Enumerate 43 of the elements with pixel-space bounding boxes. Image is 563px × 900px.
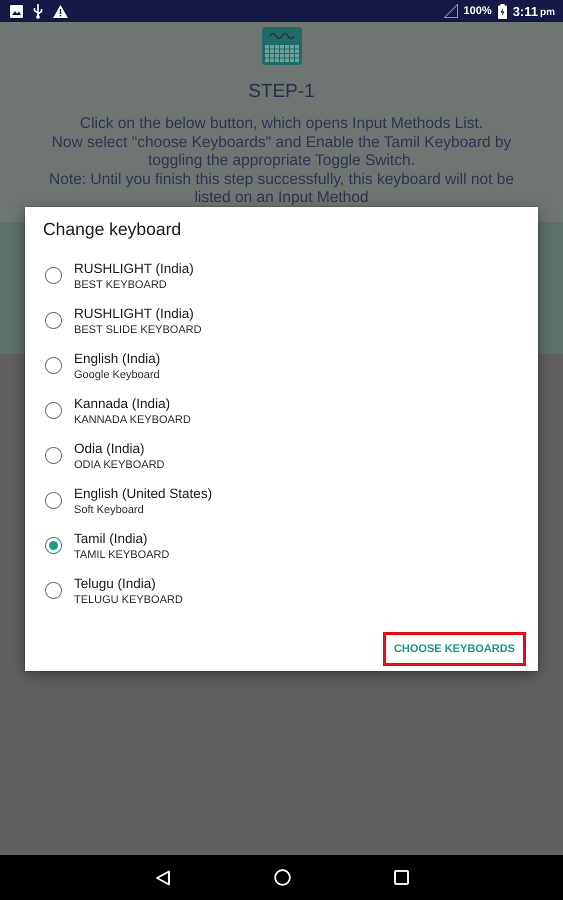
keyboard-name[interactable]: Telugu (India) (74, 576, 183, 590)
keyboard-name[interactable]: Odia (India) (74, 440, 164, 456)
keyboard-name[interactable]: Kannada (India) (74, 396, 191, 410)
instruction-text: toggling the appropriate Toggle Switch. (147, 152, 416, 170)
keyboard-description: BEST KEYBOARD (74, 278, 168, 290)
clock-suffix: pm (540, 7, 555, 18)
keyboard-description: TELUGU KEYBOARD (74, 594, 183, 606)
back-icon[interactable] (154, 870, 170, 886)
keyboard-description: Google Keyboard (74, 368, 160, 380)
keyboard-description: BEST SLIDE KEYBOARD (74, 324, 202, 336)
step-title: STEP-1 (248, 81, 315, 103)
radio-button[interactable] (45, 537, 62, 554)
instruction-text: Now select "choose Keyboards" and Enable the Tamil Keyboard by (50, 134, 512, 152)
keyboard-name[interactable]: English (United States) (74, 486, 212, 500)
battery-icon (498, 4, 507, 18)
usb-icon (33, 4, 43, 18)
keyboard-name[interactable]: English (India) (74, 350, 160, 366)
recents-icon[interactable] (394, 870, 408, 885)
home-icon[interactable] (274, 869, 290, 886)
keyboard-name[interactable]: RUSHLIGHT (India) (74, 260, 194, 276)
keyboard-description: TAMIL KEYBOARD (74, 548, 170, 560)
radio-button[interactable] (45, 357, 62, 374)
radio-button[interactable] (45, 492, 62, 509)
warning-icon (53, 4, 68, 18)
radio-button[interactable] (45, 312, 62, 329)
keyboard-description: KANNADA KEYBOARD (74, 414, 191, 426)
signal-icon (444, 4, 458, 18)
radio-button[interactable] (45, 267, 62, 284)
keyboard-name[interactable]: Tamil (India) (74, 530, 170, 546)
dialog-title: Change keyboard (42, 219, 182, 240)
keyboard-description: Soft Keyboard (74, 504, 145, 516)
image-icon (10, 4, 23, 18)
clock-time: 3:11 (512, 4, 538, 18)
keyboard-logo-icon (262, 27, 302, 65)
instruction-text: Click on the below button, which opens Input Methods List. (78, 115, 484, 134)
battery-percent: 100% (464, 5, 492, 17)
keyboard-description: ODIA KEYBOARD (74, 458, 164, 470)
radio-button[interactable] (45, 582, 62, 599)
instruction-text: listed on an Input Method (193, 189, 370, 208)
keyboard-name[interactable]: RUSHLIGHT (India) (74, 306, 202, 320)
radio-button[interactable] (45, 447, 62, 464)
radio-button[interactable] (45, 402, 62, 419)
instruction-text: Note: Until you finish this step successfully, this keyboard will not be (49, 170, 514, 189)
